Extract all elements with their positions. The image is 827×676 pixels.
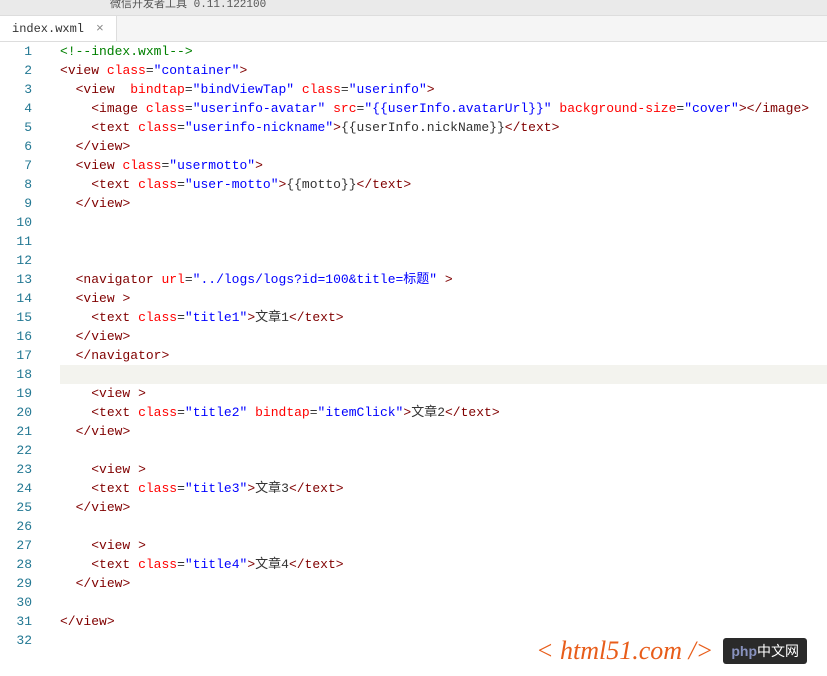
tab-bar: index.wxml × [0, 16, 827, 42]
code-line[interactable]: <text class="title1">文章1</text> [60, 308, 827, 327]
line-number: 10 [0, 213, 32, 232]
line-number: 14 [0, 289, 32, 308]
line-number: 29 [0, 574, 32, 593]
line-number: 26 [0, 517, 32, 536]
line-number: 9 [0, 194, 32, 213]
file-tab[interactable]: index.wxml × [0, 16, 117, 41]
line-number: 7 [0, 156, 32, 175]
line-number: 31 [0, 612, 32, 631]
line-number: 13 [0, 270, 32, 289]
code-line[interactable]: </view> [60, 327, 827, 346]
line-number: 19 [0, 384, 32, 403]
line-number: 28 [0, 555, 32, 574]
code-area[interactable]: <!--index.wxml--><view class="container"… [46, 42, 827, 676]
tab-filename: index.wxml [12, 22, 84, 36]
code-line[interactable]: </view> [60, 574, 827, 593]
line-number: 2 [0, 61, 32, 80]
code-line[interactable]: <view > [60, 289, 827, 308]
app-header: 微信开发者工具 0.11.122100 [0, 0, 827, 16]
logo-php: php [731, 643, 757, 659]
code-line[interactable]: <image class="userinfo-avatar" src="{{us… [60, 99, 827, 118]
code-line[interactable] [60, 517, 827, 536]
line-number: 16 [0, 327, 32, 346]
line-number: 25 [0, 498, 32, 517]
line-number: 4 [0, 99, 32, 118]
line-number: 30 [0, 593, 32, 612]
line-number: 32 [0, 631, 32, 650]
code-line[interactable] [60, 441, 827, 460]
line-number: 18 [0, 365, 32, 384]
code-line[interactable]: <navigator url="../logs/logs?id=100&titl… [60, 270, 827, 289]
code-line[interactable]: <view class="usermotto"> [60, 156, 827, 175]
line-number: 6 [0, 137, 32, 156]
code-line[interactable]: </view> [60, 612, 827, 631]
line-number: 17 [0, 346, 32, 365]
line-number: 8 [0, 175, 32, 194]
logo-text: 中文网 [757, 643, 799, 659]
code-line[interactable]: <view > [60, 384, 827, 403]
code-line[interactable] [60, 251, 827, 270]
app-title: 微信开发者工具 0.11.122100 [110, 0, 266, 11]
code-line[interactable]: <text class="title2" bindtap="itemClick"… [60, 403, 827, 422]
code-line[interactable]: <text class="title4">文章4</text> [60, 555, 827, 574]
line-number: 23 [0, 460, 32, 479]
code-line[interactable] [60, 593, 827, 612]
line-number: 12 [0, 251, 32, 270]
code-line[interactable]: </navigator> [60, 346, 827, 365]
close-icon[interactable]: × [92, 21, 108, 36]
line-number: 3 [0, 80, 32, 99]
code-line[interactable]: </view> [60, 498, 827, 517]
line-number: 5 [0, 118, 32, 137]
line-number: 22 [0, 441, 32, 460]
watermark: < html51.com /> php中文网 [536, 636, 807, 666]
code-line[interactable]: <text class="userinfo-nickname">{{userIn… [60, 118, 827, 137]
code-line[interactable]: </view> [60, 422, 827, 441]
watermark-logo: php中文网 [723, 638, 807, 664]
code-line[interactable] [60, 365, 827, 384]
code-line[interactable]: <view > [60, 536, 827, 555]
code-line[interactable] [60, 213, 827, 232]
code-line[interactable]: <!--index.wxml--> [60, 42, 827, 61]
line-number: 24 [0, 479, 32, 498]
line-number: 20 [0, 403, 32, 422]
code-line[interactable]: </view> [60, 137, 827, 156]
code-line[interactable]: <text class="title3">文章3</text> [60, 479, 827, 498]
line-number: 15 [0, 308, 32, 327]
code-line[interactable]: <view bindtap="bindViewTap" class="useri… [60, 80, 827, 99]
code-line[interactable]: </view> [60, 194, 827, 213]
code-line[interactable]: <view class="container"> [60, 61, 827, 80]
code-line[interactable] [60, 232, 827, 251]
watermark-text: < html51.com /> [536, 636, 713, 666]
line-gutter: 1234567891011121314151617181920212223242… [0, 42, 46, 676]
line-number: 21 [0, 422, 32, 441]
line-number: 1 [0, 42, 32, 61]
line-number: 11 [0, 232, 32, 251]
code-line[interactable]: <text class="user-motto">{{motto}}</text… [60, 175, 827, 194]
code-line[interactable]: <view > [60, 460, 827, 479]
code-editor[interactable]: 1234567891011121314151617181920212223242… [0, 42, 827, 676]
line-number: 27 [0, 536, 32, 555]
